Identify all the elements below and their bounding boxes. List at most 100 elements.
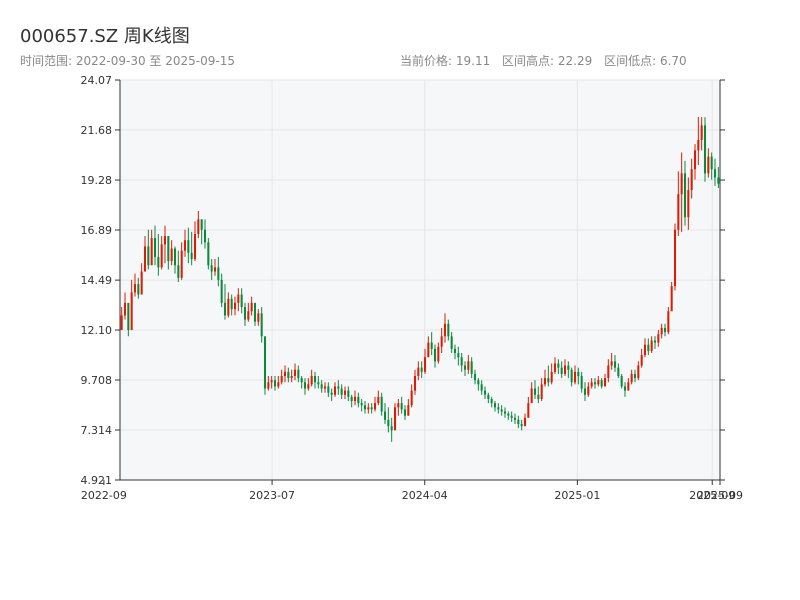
candle-body	[283, 371, 287, 376]
candle-body	[507, 413, 510, 416]
candle-body	[363, 405, 367, 410]
candle-body	[213, 267, 217, 272]
x-tick-label: 2022-09	[81, 489, 127, 502]
candle-body	[510, 415, 513, 418]
candle-body	[317, 382, 320, 385]
candle-body	[460, 357, 463, 366]
candle-body	[607, 365, 610, 379]
candle-body	[503, 411, 507, 414]
candle-body	[387, 419, 390, 427]
candle-body	[180, 250, 183, 278]
y-tick-label: 12.10	[81, 324, 113, 337]
candle-body	[680, 173, 683, 195]
candle-body	[430, 342, 433, 349]
candle-body	[227, 298, 230, 316]
candle-body	[673, 229, 677, 287]
candle-body	[163, 236, 167, 245]
candle-body	[123, 302, 127, 316]
candle-body	[290, 375, 293, 379]
candle-body	[293, 369, 297, 376]
candle-body	[257, 313, 260, 322]
candle-body	[383, 411, 387, 420]
candle-body	[543, 378, 547, 385]
candle-body	[147, 246, 150, 266]
candle-body	[330, 392, 333, 395]
x-tick-label: 2023-07	[249, 489, 295, 502]
candle-body	[277, 382, 280, 387]
candle-body	[380, 396, 383, 412]
candle-body	[413, 375, 417, 391]
candle-body	[520, 424, 523, 427]
candle-body	[343, 390, 347, 395]
candle-body	[657, 334, 660, 343]
candle-body	[237, 294, 240, 303]
candle-body	[250, 302, 253, 312]
candle-body	[323, 386, 327, 389]
candle-body	[447, 323, 450, 337]
candle-body	[303, 382, 307, 389]
candle-body	[357, 396, 360, 404]
candle-body	[690, 169, 693, 191]
candle-body	[127, 302, 130, 331]
candle-body	[663, 327, 667, 333]
candle-body	[333, 386, 337, 395]
candle-body	[183, 240, 187, 251]
candle-body	[437, 346, 440, 362]
candle-body	[427, 342, 430, 358]
candle-body	[693, 150, 697, 170]
candle-body	[480, 384, 483, 391]
candle-body	[467, 361, 470, 370]
candle-body	[210, 265, 213, 272]
candle-body	[620, 375, 623, 387]
candle-body	[223, 302, 227, 316]
candle-body	[367, 407, 370, 410]
candle-body	[550, 371, 553, 383]
candle-body	[150, 238, 153, 266]
candle-body	[193, 233, 197, 260]
candle-body	[203, 229, 207, 243]
candle-body	[403, 409, 407, 416]
candle-body	[310, 375, 313, 385]
candle-body	[523, 417, 527, 427]
candle-body	[177, 265, 180, 278]
candle-body	[703, 125, 707, 174]
candle-body	[517, 419, 520, 425]
candle-body	[207, 242, 210, 266]
candle-body	[717, 177, 720, 184]
candle-body	[473, 373, 477, 381]
y-tick-label: 16.89	[81, 224, 113, 237]
candle-body	[377, 396, 380, 404]
candle-body	[597, 380, 600, 385]
candle-body	[353, 396, 357, 402]
candle-body	[327, 386, 330, 393]
candle-body	[667, 311, 670, 333]
candle-body	[390, 426, 393, 431]
candle-body	[273, 380, 277, 387]
candle-body	[553, 363, 557, 372]
candle-body	[450, 336, 453, 349]
candle-body	[580, 375, 583, 389]
candle-body	[170, 248, 173, 262]
candle-body	[360, 403, 363, 406]
candle-body	[627, 382, 630, 391]
candle-body	[320, 384, 323, 389]
candle-body	[573, 371, 577, 383]
candle-body	[373, 403, 377, 410]
candle-body	[350, 396, 353, 402]
candle-body	[393, 407, 397, 431]
candle-body	[640, 355, 643, 366]
candle-body	[397, 403, 400, 408]
candle-body	[683, 173, 687, 218]
candle-body	[263, 336, 267, 389]
candle-body	[297, 369, 300, 379]
candle-body	[557, 363, 560, 368]
candle-body	[483, 390, 487, 395]
candle-body	[527, 403, 530, 418]
candle-body	[160, 244, 163, 268]
candle-body	[120, 315, 123, 331]
candle-body	[697, 139, 700, 151]
candle-body	[677, 194, 680, 230]
candle-body	[133, 284, 137, 293]
candle-body	[187, 240, 190, 253]
candle-body	[260, 313, 263, 337]
